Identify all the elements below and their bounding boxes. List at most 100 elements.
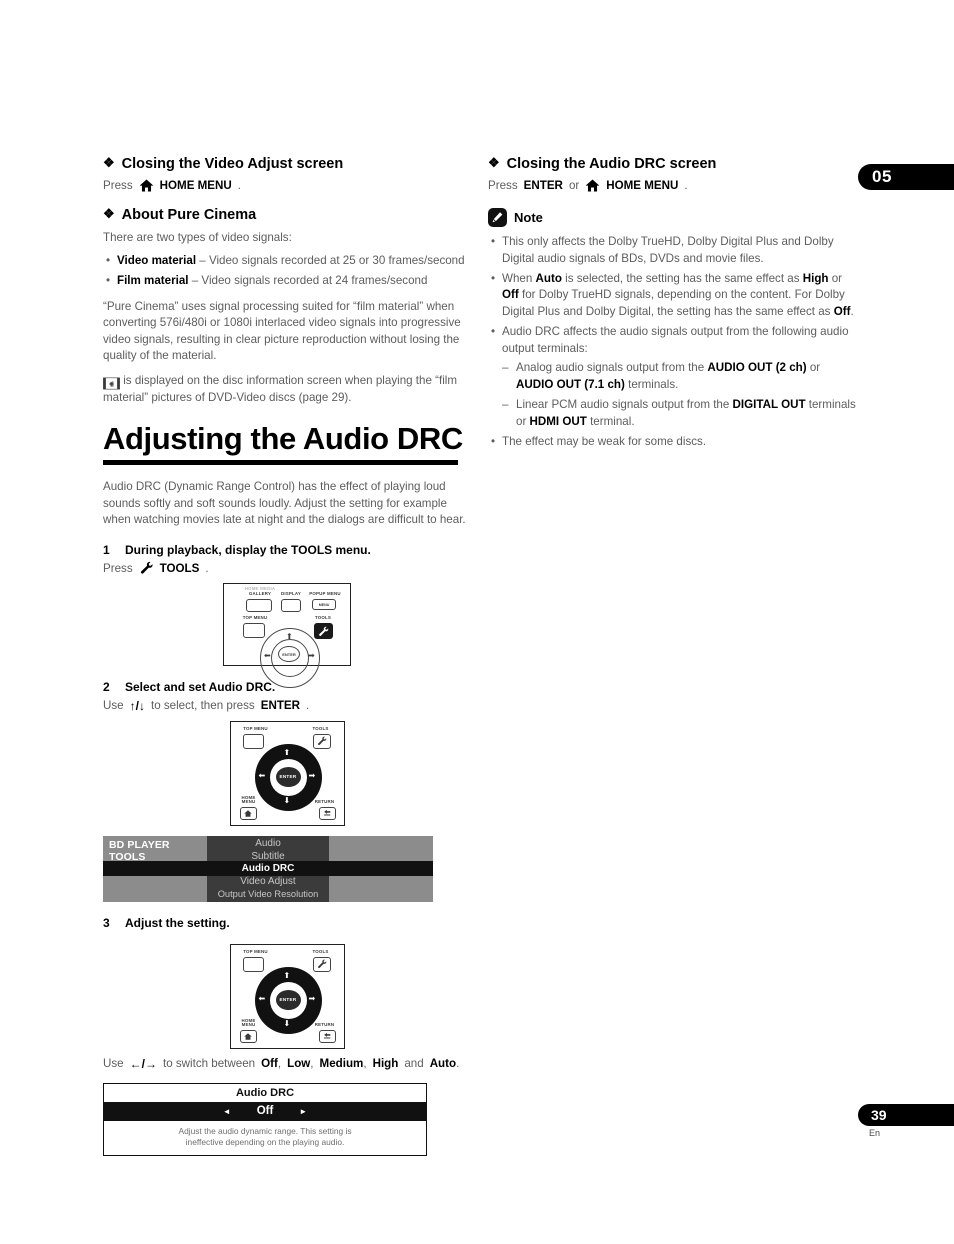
dpad-down-arrow-icon[interactable]: ⬇ (284, 796, 291, 805)
bd-player-tools-osd: BD PLAYER TOOLS Audio Subtitle Audio DRC… (103, 835, 433, 902)
drc-desc-line1: Adjust the audio dynamic range. This set… (178, 1125, 352, 1136)
note-text: Audio DRC affects the audio signals outp… (502, 325, 849, 355)
dpad-left-arrow-icon[interactable]: ⬅ (259, 771, 266, 780)
dpad-right-arrow-icon[interactable]: ➡ (309, 771, 316, 780)
display-key[interactable] (281, 599, 301, 613)
title-rule (103, 460, 458, 466)
enter-key[interactable]: ENTER (274, 765, 302, 788)
enter-label: ENTER (282, 651, 296, 657)
note-sub-list: Analog audio signals output from the AUD… (502, 360, 858, 430)
top-menu-label: TOP MENU (242, 615, 268, 621)
audio-drc-intro: Audio DRC (Dynamic Range Control) has th… (103, 480, 466, 527)
enter-label: ENTER (279, 774, 297, 780)
page-number-tab: 39 (858, 1104, 954, 1126)
bullet-dash: – (188, 274, 202, 288)
press-label: Press (103, 179, 133, 193)
return-label: RETURN (314, 798, 335, 804)
dpad-up-arrow-icon[interactable]: ⬆ (284, 748, 291, 757)
note-text: This only affects the Dolby TrueHD, Dolb… (502, 235, 834, 265)
note-bold-high: High (802, 272, 829, 286)
note-label: Note (514, 210, 543, 226)
drc-left-arrow-icon[interactable]: ◄ (223, 1107, 231, 1116)
tools-key-highlighted[interactable] (314, 623, 333, 640)
osd-title-line1: BD PLAYER (109, 838, 170, 851)
enter-label: ENTER (260, 699, 301, 713)
dpad-right-arrow-icon[interactable]: ➡ (309, 994, 316, 1003)
note-bold-off: Off (502, 288, 519, 302)
osd-title-line2: TOOLS (109, 851, 146, 864)
popup-menu-label: POPUP MENU (309, 591, 341, 597)
diamond-bullet-icon: ❖ (103, 155, 115, 170)
drc-value-bar[interactable]: ◄ Off ► (104, 1101, 426, 1121)
list-item: Audio DRC affects the audio signals outp… (488, 324, 858, 430)
home-media-gallery-key[interactable] (246, 599, 272, 613)
note-text: or (806, 361, 821, 375)
manual-page: 05 39 En ❖ Closing the Video Adjust scre… (0, 0, 954, 1244)
osd-item-subtitle[interactable]: Subtitle (207, 851, 329, 864)
press-label: Press (488, 179, 518, 193)
use-middle: to switch between (162, 1057, 256, 1071)
return-key[interactable] (318, 806, 336, 820)
option-auto: Auto (429, 1057, 457, 1071)
note-text: terminal. (586, 414, 635, 428)
option-low: Low (287, 1057, 311, 1071)
period-4: . (456, 1057, 460, 1071)
enter-key[interactable]: ENTER (274, 988, 302, 1011)
tools-key[interactable] (312, 733, 331, 749)
dpad-down-arrow-icon[interactable]: ⬇ (284, 1019, 291, 1028)
home-menu-label: HOME MENU (159, 179, 232, 193)
page-language-label: En (869, 1128, 881, 1138)
option-medium: Medium (319, 1057, 364, 1071)
home-menu-key[interactable] (239, 1029, 257, 1043)
list-item: Video material – Video signals recorded … (103, 253, 471, 270)
note-header: Note (488, 208, 858, 228)
conjunction: and (404, 1057, 424, 1071)
osd-item-list: Audio Subtitle Audio DRC Video Adjust Ou… (207, 838, 329, 901)
top-menu-key[interactable] (242, 956, 264, 972)
leftright-arrows-icon: ←/→ (129, 1056, 157, 1071)
note-bold-auto: Auto (535, 272, 562, 286)
note-text: terminals. (624, 377, 679, 391)
osd-item-output-video-resolution[interactable]: Output Video Resolution (207, 888, 329, 901)
osd-item-audio[interactable]: Audio (207, 838, 329, 851)
drc-dialog-description: Adjust the audio dynamic range. This set… (104, 1121, 426, 1155)
dpad-left-arrow-icon[interactable]: ⬅ (259, 994, 266, 1003)
option-high: High (372, 1057, 399, 1071)
osd-item-video-adjust[interactable]: Video Adjust (207, 876, 329, 889)
note-text: Linear PCM audio signals output from the (516, 398, 733, 412)
note-text: is selected, the setting has the same ef… (561, 272, 803, 286)
use-middle: to select, then press (150, 699, 255, 713)
press-label: Press (103, 561, 133, 575)
left-column: ❖ Closing the Video Adjust screen Press … (103, 155, 471, 1156)
return-key[interactable] (318, 1029, 336, 1043)
press-enter-or-home-line: Press ENTER or HOME MENU. (488, 179, 858, 192)
dpad-left-arrow-icon[interactable]: ⬅ (264, 652, 271, 660)
dpad-up-arrow-icon[interactable]: ⬆ (286, 633, 293, 641)
home-menu-icon (139, 179, 154, 192)
home-menu-key[interactable] (239, 806, 257, 820)
bullet-term: Film material (117, 274, 189, 288)
press-tools-line: Press TOOLS. (103, 561, 471, 575)
note-bold-digital-out: DIGITAL OUT (732, 398, 806, 412)
heading-text: Closing the Video Adjust screen (121, 156, 344, 172)
pure-cinema-intro: There are two types of video signals: (103, 231, 292, 245)
use-label: Use (103, 1057, 124, 1071)
popup-menu-key[interactable]: MENU (312, 599, 336, 611)
film-frame-icon (103, 377, 120, 390)
drc-desc-line2: ineffective depending on the playing aud… (185, 1137, 345, 1148)
step-text: During playback, display the TOOLS menu. (125, 542, 371, 557)
tools-key[interactable] (312, 956, 331, 972)
heading-about-pure-cinema: ❖ About Pure Cinema (103, 206, 471, 224)
tools-label: TOOLS (159, 561, 200, 575)
step-number: 2 (103, 680, 110, 695)
osd-item-audio-drc[interactable]: Audio DRC (207, 863, 329, 876)
or-label: or (568, 179, 580, 193)
top-menu-key[interactable] (243, 623, 265, 639)
dpad-right-arrow-icon[interactable]: ➡ (308, 652, 315, 660)
dpad-up-arrow-icon[interactable]: ⬆ (284, 971, 291, 980)
heading-text: Closing the Audio DRC screen (506, 156, 717, 172)
top-menu-key[interactable] (242, 733, 264, 749)
drc-right-arrow-icon[interactable]: ► (299, 1107, 307, 1116)
page-title: Adjusting the Audio DRC (103, 421, 463, 457)
video-signal-types-list: Video material – Video signals recorded … (103, 253, 471, 290)
